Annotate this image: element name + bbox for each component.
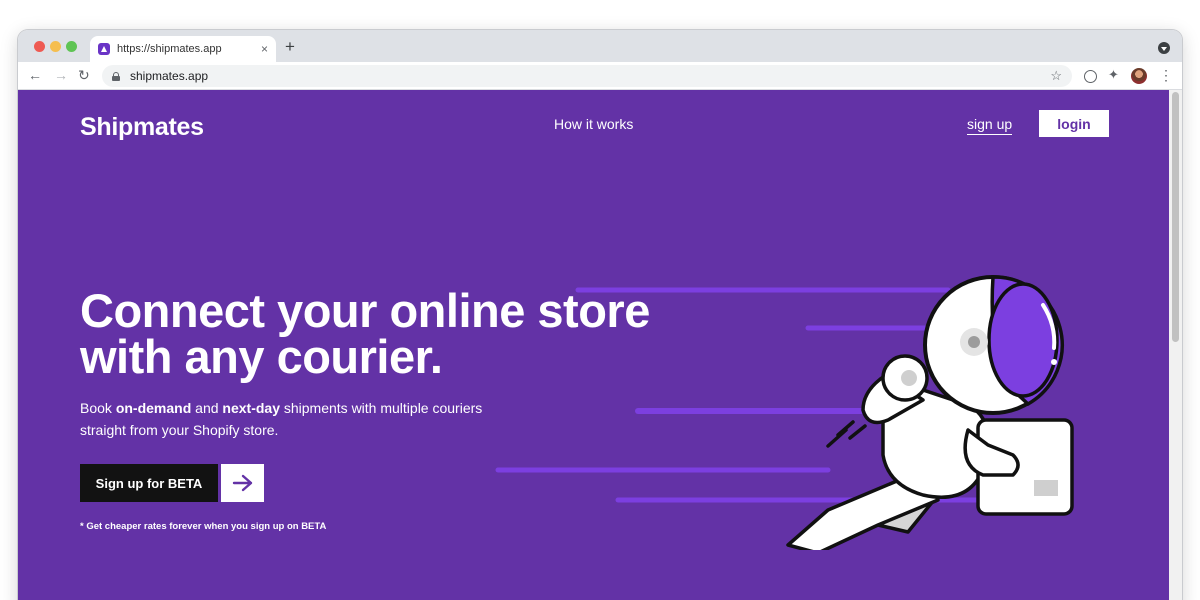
- extension-icon[interactable]: [1084, 70, 1097, 83]
- hero-subtext: Book on-demand and next-day shipments wi…: [80, 397, 500, 441]
- page-viewport: Shipmates How it works sign up login Con…: [18, 90, 1169, 600]
- extensions-puzzle-icon[interactable]: ✦: [1108, 67, 1119, 83]
- nav-how-it-works[interactable]: How it works: [554, 116, 633, 132]
- headline-line-2: with any courier.: [80, 330, 443, 383]
- minimize-window-button[interactable]: [50, 41, 61, 52]
- browser-menu-icon[interactable]: ⋮: [1159, 67, 1173, 84]
- tab-shipmates[interactable]: https://shipmates.app ×: [90, 36, 276, 62]
- tab-bar: https://shipmates.app × +: [18, 30, 1182, 62]
- lock-icon[interactable]: [112, 71, 120, 81]
- shipmates-icon: [98, 43, 110, 55]
- close-tab-icon[interactable]: ×: [261, 42, 268, 56]
- subtext-mid: and: [191, 400, 223, 416]
- subtext-on-demand: on-demand: [115, 400, 192, 416]
- address-bar[interactable]: shipmates.app ☆: [102, 65, 1072, 87]
- login-button[interactable]: login: [1039, 110, 1109, 137]
- arrow-right-icon: [232, 474, 252, 492]
- back-button[interactable]: ←: [28, 67, 42, 83]
- cta-arrow-button[interactable]: [221, 464, 264, 502]
- maximize-window-button[interactable]: [66, 41, 77, 52]
- tab-search-icon[interactable]: [1158, 42, 1170, 54]
- site-logo[interactable]: Shipmates: [80, 113, 204, 142]
- subtext-next-day: next-day: [222, 400, 280, 416]
- sign-up-beta-button[interactable]: Sign up for BETA: [80, 464, 218, 502]
- profile-avatar[interactable]: [1131, 68, 1147, 84]
- bookmark-star-icon[interactable]: ☆: [1050, 68, 1062, 84]
- url-text[interactable]: shipmates.app: [130, 69, 1050, 83]
- astronaut-illustration: [495, 275, 1074, 550]
- forward-button[interactable]: →: [54, 67, 68, 83]
- page-scrollbar[interactable]: [1169, 90, 1182, 600]
- beta-footnote: * Get cheaper rates forever when you sig…: [80, 521, 327, 532]
- subtext-prefix: Book: [80, 400, 116, 416]
- nav-sign-up-link[interactable]: sign up: [967, 116, 1013, 135]
- close-window-button[interactable]: [34, 41, 45, 52]
- browser-toolbar: ← → ↻ shipmates.app ☆ ✦ ⋮: [18, 62, 1182, 90]
- new-tab-button[interactable]: +: [285, 37, 295, 57]
- browser-window: https://shipmates.app × + ← → ↻ shipmate…: [18, 30, 1182, 600]
- reload-button[interactable]: ↻: [78, 67, 90, 84]
- scroll-thumb[interactable]: [1172, 92, 1179, 342]
- tab-title: https://shipmates.app: [117, 43, 222, 55]
